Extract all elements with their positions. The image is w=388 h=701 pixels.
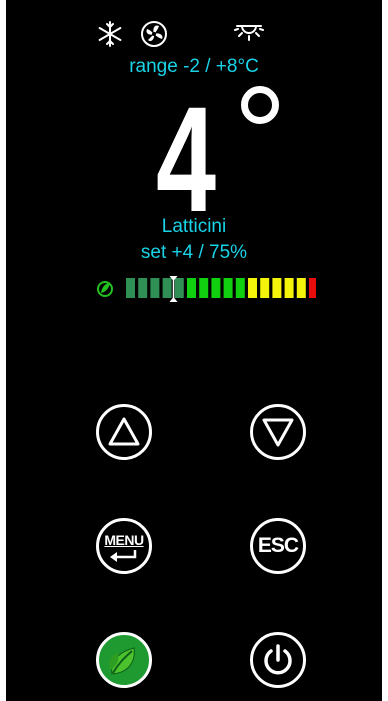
level-segment <box>235 278 245 298</box>
temperature-value: 4 <box>156 75 216 243</box>
degree-symbol <box>241 86 279 124</box>
level-segment <box>138 278 148 298</box>
level-segment <box>150 278 160 298</box>
leaf-icon <box>97 281 113 297</box>
level-segment <box>284 278 294 298</box>
level-segment <box>162 278 172 298</box>
up-arrow-icon <box>108 417 140 446</box>
product-name: Latticini <box>161 216 227 237</box>
esc-button[interactable]: ESC <box>250 518 306 574</box>
level-segment <box>187 278 196 298</box>
eco-button[interactable] <box>96 632 152 688</box>
power-button[interactable] <box>250 632 306 688</box>
level-segment <box>223 278 233 298</box>
level-segment <box>296 278 306 298</box>
down-button[interactable] <box>250 404 306 460</box>
level-segment <box>248 278 257 298</box>
level-bar <box>97 276 316 302</box>
menu-label: MENU <box>104 532 144 548</box>
level-segment <box>309 278 316 298</box>
level-segment <box>174 278 184 298</box>
level-segment <box>126 278 135 298</box>
setpoint-text: set +4 / 75% <box>140 242 248 263</box>
level-segment <box>272 278 282 298</box>
controller-panel: range -2 / +8°C 4 Latticini set +4 / 75%… <box>6 0 382 701</box>
menu-button[interactable]: MENU <box>96 518 152 574</box>
snowflake-icon <box>98 21 122 47</box>
up-button[interactable] <box>96 404 152 460</box>
level-segment <box>260 278 270 298</box>
light-icon <box>234 25 264 41</box>
level-segment <box>211 278 221 298</box>
esc-label: ESC <box>257 534 299 557</box>
enter-arrow-icon <box>110 550 137 562</box>
leaf-icon <box>108 647 135 675</box>
level-segment <box>199 278 209 298</box>
fan-icon <box>141 21 167 47</box>
down-arrow-icon <box>262 418 294 447</box>
power-icon <box>264 644 292 675</box>
